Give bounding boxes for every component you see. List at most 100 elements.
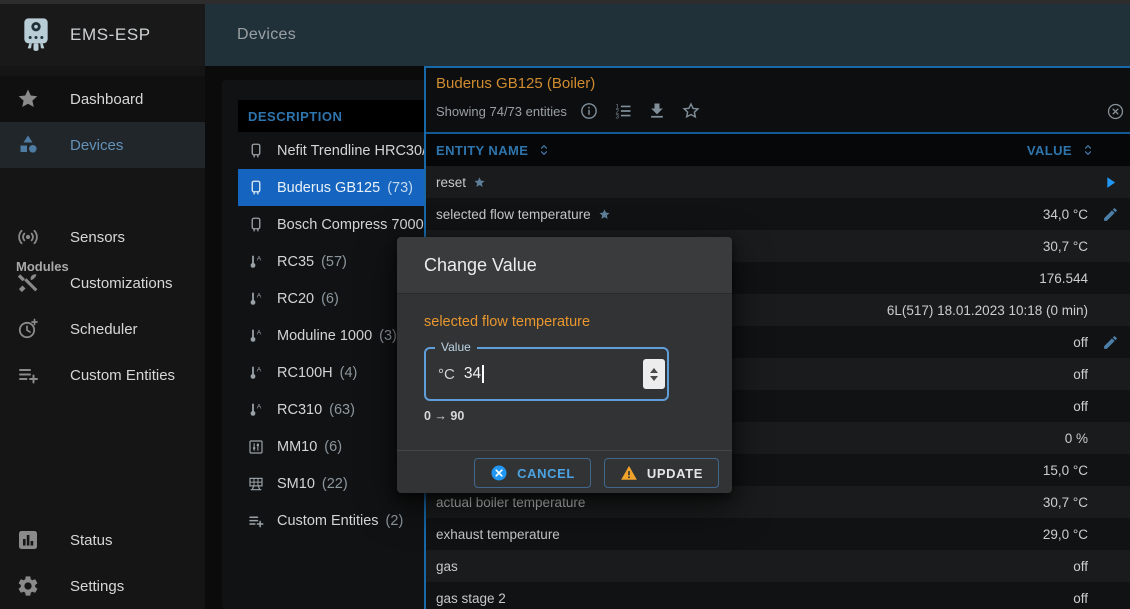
edit-pencil-icon[interactable]	[1102, 206, 1119, 223]
sidebar: Dashboard Devices Modules Sensors Custom…	[0, 66, 205, 609]
table-row-gas[interactable]: gas off	[426, 550, 1130, 582]
selected-device-title: Buderus GB125 (Boiler)	[436, 75, 595, 92]
list-numbered-icon[interactable]	[613, 101, 633, 121]
warning-triangle-icon	[620, 464, 638, 482]
entity-value: 30,7 °C	[1043, 239, 1088, 254]
device-name: SM10	[277, 476, 315, 492]
download-icon[interactable]	[647, 101, 667, 121]
device-name: RC35	[277, 254, 314, 270]
sidebar-item-devices[interactable]: Devices	[0, 122, 205, 168]
cancel-x-icon	[490, 464, 508, 482]
dialog-buttons: CANCEL UPDATE	[474, 458, 719, 488]
thermostat-icon	[247, 364, 265, 382]
entity-value: off	[1073, 367, 1088, 382]
sidebar-item-status[interactable]: Status	[0, 517, 205, 563]
sidebar-item-dashboard[interactable]: Dashboard	[0, 76, 205, 122]
device-name: RC310	[277, 402, 322, 418]
table-row-selected-flow-temperature[interactable]: selected flow temperature 34,0 °C	[426, 198, 1130, 230]
sidebar-item-customizations[interactable]: Customizations	[0, 260, 205, 306]
entity-name: selected flow temperature	[436, 207, 591, 222]
entity-value: off	[1073, 399, 1088, 414]
playlist-add-icon	[16, 363, 40, 387]
entity-name: gas	[436, 559, 458, 574]
device-count: (63)	[329, 402, 355, 418]
dialog-title: Change Value	[424, 255, 537, 276]
value-column-header[interactable]: VALUE	[1027, 134, 1096, 166]
tools-icon	[16, 271, 40, 295]
solar-module-icon	[247, 475, 265, 493]
text-caret	[482, 365, 484, 383]
shapes-icon	[16, 133, 40, 157]
table-row-gas-stage-2[interactable]: gas stage 2 off	[426, 582, 1130, 609]
value-text: 34	[464, 365, 481, 383]
device-name: RC20	[277, 291, 314, 307]
number-stepper[interactable]	[643, 359, 665, 389]
thermostat-icon	[247, 253, 265, 271]
change-value-dialog: Change Value selected flow temperature V…	[397, 237, 732, 493]
star-outline-icon[interactable]	[681, 101, 701, 121]
ems-esp-app: EMS-ESP Devices Dashboard Devices Module…	[0, 0, 1130, 609]
cancel-button[interactable]: CANCEL	[474, 458, 591, 488]
sidebar-item-label: Customizations	[70, 275, 173, 292]
close-panel-icon[interactable]	[1106, 102, 1125, 121]
sidebar-item-scheduler[interactable]: Scheduler	[0, 306, 205, 352]
entity-value: 176.544	[1039, 271, 1088, 286]
dialog-header: Change Value	[397, 237, 732, 294]
appbar: Devices	[205, 4, 1130, 66]
entity-name: actual boiler temperature	[436, 495, 585, 510]
star-icon	[16, 87, 40, 111]
gear-icon	[16, 574, 40, 598]
bar-chart-icon	[16, 528, 40, 552]
boiler-icon	[247, 142, 265, 160]
sidebar-item-label: Status	[70, 532, 113, 549]
table-row-exhaust-temperature[interactable]: exhaust temperature 29,0 °C	[426, 518, 1130, 550]
description-column-header: DESCRIPTION	[248, 109, 342, 124]
device-count: (73)	[387, 180, 413, 196]
entity-value: 15,0 °C	[1043, 463, 1088, 478]
update-button[interactable]: UPDATE	[604, 458, 719, 488]
device-name: Custom Entities	[277, 513, 379, 529]
thermostat-icon	[247, 327, 265, 345]
info-icon[interactable]	[579, 101, 599, 121]
boiler-icon	[247, 216, 265, 234]
appbar-brand-section: EMS-ESP	[0, 4, 205, 66]
sidebar-item-settings[interactable]: Settings	[0, 563, 205, 609]
run-command-icon[interactable]	[1102, 174, 1119, 191]
value-input-content[interactable]: °C 34	[438, 347, 484, 401]
showing-entities-count: Showing 74/73 entities	[436, 104, 567, 119]
app-title: EMS-ESP	[70, 25, 151, 45]
entity-value: 0 %	[1065, 431, 1088, 446]
stepper-down-icon[interactable]	[650, 376, 658, 381]
dialog-entity-label: selected flow temperature	[424, 314, 590, 330]
device-name: RC100H	[277, 365, 333, 381]
entity-table-header: ENTITY NAME VALUE	[426, 134, 1130, 166]
boiler-icon	[247, 179, 265, 197]
boiler-logo-icon	[16, 13, 56, 57]
sidebar-item-label: Scheduler	[70, 321, 138, 338]
entity-value: off	[1073, 559, 1088, 574]
sidebar-item-label: Settings	[70, 578, 124, 595]
sidebar-item-label: Dashboard	[70, 91, 143, 108]
device-name: Buderus GB125	[277, 180, 380, 196]
device-count: (6)	[321, 291, 339, 307]
sidebar-item-label: Custom Entities	[70, 367, 175, 384]
device-name: Nefit Trendline HRC30/C	[277, 143, 437, 159]
sidebar-item-label: Devices	[70, 137, 123, 154]
clock-plus-icon	[16, 317, 40, 341]
sidebar-item-custom-entities[interactable]: Custom Entities	[0, 352, 205, 398]
entity-name-column-header[interactable]: ENTITY NAME	[436, 134, 552, 166]
stepper-up-icon[interactable]	[650, 368, 658, 373]
unit-adornment: °C	[438, 366, 455, 383]
edit-pencil-icon[interactable]	[1102, 334, 1119, 351]
table-row-reset[interactable]: reset	[426, 166, 1130, 198]
sidebar-item-sensors[interactable]: Sensors	[0, 214, 205, 260]
playlist-add-icon	[247, 512, 265, 530]
entity-name: gas stage 2	[436, 591, 506, 606]
device-count: (2)	[386, 513, 404, 529]
thermostat-icon	[247, 401, 265, 419]
entity-value: off	[1073, 591, 1088, 606]
entity-value: off	[1073, 335, 1088, 350]
entity-name: exhaust temperature	[436, 527, 560, 542]
device-name: Moduline 1000	[277, 328, 372, 344]
thermostat-icon	[247, 290, 265, 308]
